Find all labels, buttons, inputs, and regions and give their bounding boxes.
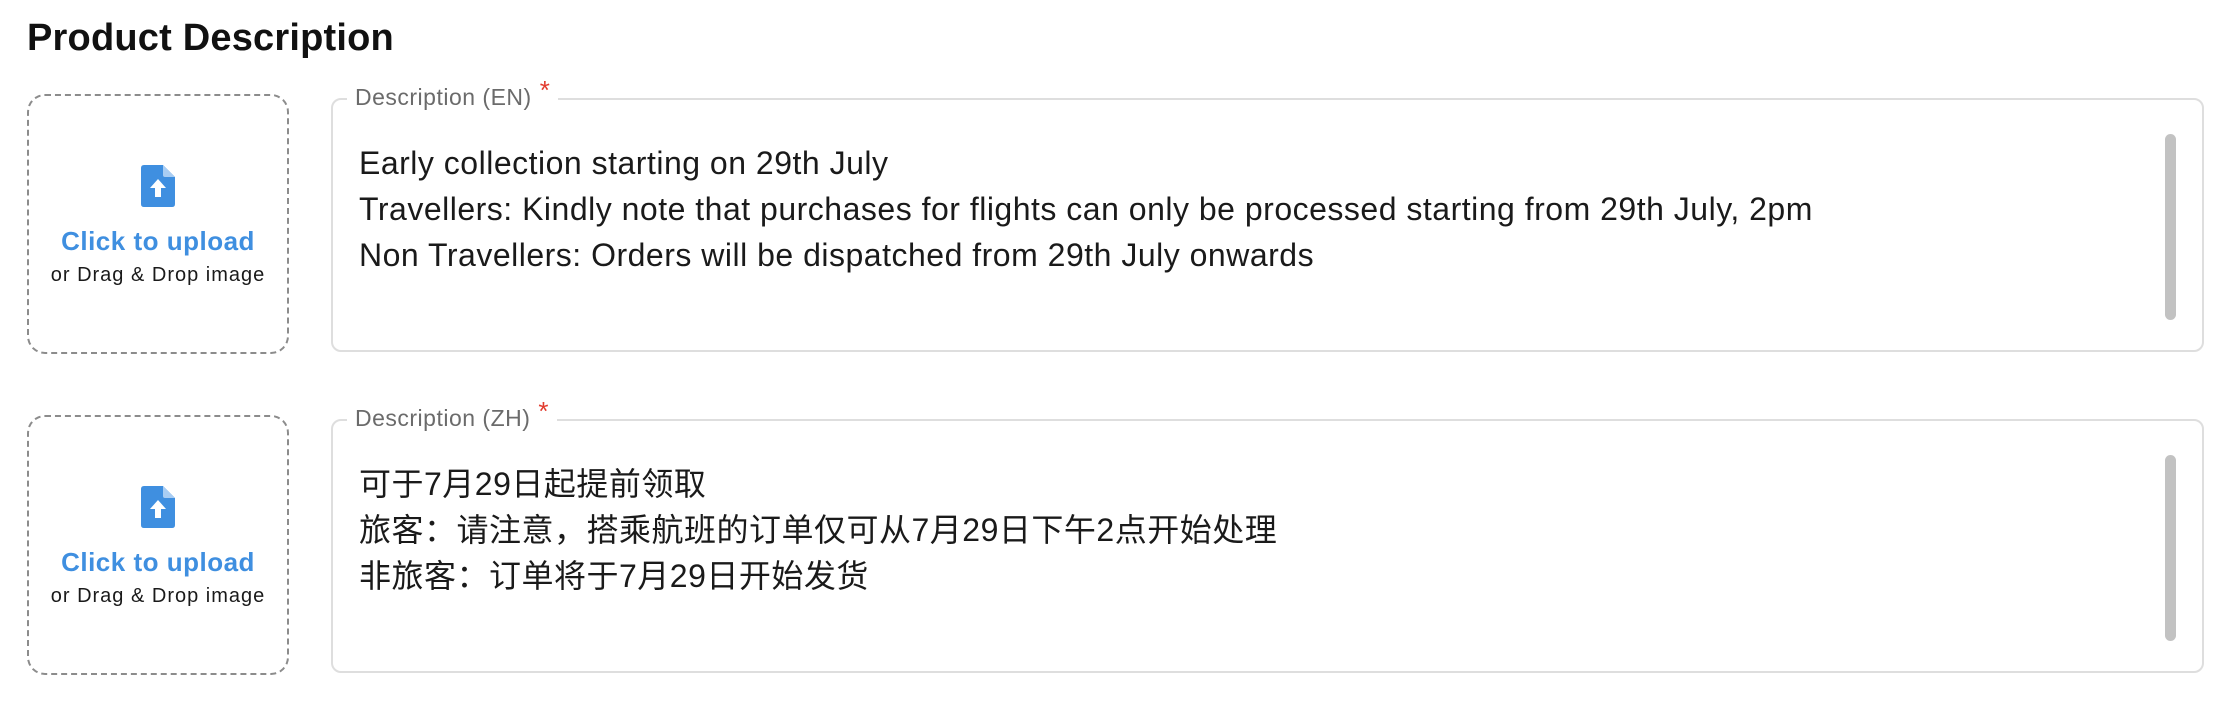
textarea-scrollbar[interactable] bbox=[2165, 134, 2176, 320]
textarea-scrollbar[interactable] bbox=[2165, 455, 2176, 641]
image-upload-dropzone-zh[interactable]: Click to upload or Drag & Drop image bbox=[27, 415, 289, 675]
description-line: 旅客：请注意，搭乘航班的订单仅可从7月29日下午2点开始处理 bbox=[359, 512, 1278, 548]
description-line: 非旅客：订单将于7月29日开始发货 bbox=[359, 558, 869, 594]
description-line: Early collection starting on 29th July bbox=[359, 145, 889, 181]
click-to-upload-link[interactable]: Click to upload bbox=[29, 545, 287, 579]
required-asterisk: * bbox=[538, 396, 549, 426]
image-upload-dropzone-en[interactable]: Click to upload or Drag & Drop image bbox=[27, 94, 289, 354]
description-line: Non Travellers: Orders will be dispatche… bbox=[359, 237, 1315, 273]
file-upload-icon bbox=[141, 165, 175, 207]
description-row-zh: Click to upload or Drag & Drop image Des… bbox=[0, 396, 2226, 685]
description-zh-textarea[interactable]: Description (ZH) * 可于7月29日起提前领取 旅客：请注意，搭乘… bbox=[331, 396, 2204, 673]
description-zh-label: Description (ZH) bbox=[355, 405, 531, 431]
description-row-en: Click to upload or Drag & Drop image Des… bbox=[0, 75, 2226, 364]
description-en-textarea[interactable]: Description (EN) * Early collection start… bbox=[331, 75, 2204, 352]
description-en-legend: Description (EN) * bbox=[347, 75, 558, 116]
section-title: Product Description bbox=[27, 17, 394, 59]
description-zh-text[interactable]: 可于7月29日起提前领取 旅客：请注意，搭乘航班的订单仅可从7月29日下午2点开… bbox=[359, 461, 2132, 599]
description-en-text[interactable]: Early collection starting on 29th July T… bbox=[359, 140, 2132, 278]
required-asterisk: * bbox=[539, 75, 550, 105]
file-upload-icon bbox=[141, 486, 175, 528]
description-line: Travellers: Kindly note that purchases f… bbox=[359, 191, 1813, 227]
description-line: 可于7月29日起提前领取 bbox=[359, 466, 707, 502]
click-to-upload-link[interactable]: Click to upload bbox=[29, 224, 287, 258]
drag-drop-hint: or Drag & Drop image bbox=[50, 585, 266, 607]
drag-drop-hint: or Drag & Drop image bbox=[50, 264, 266, 286]
product-description-page: Product Description Click to upload or D… bbox=[0, 0, 2226, 708]
description-en-label: Description (EN) bbox=[355, 84, 532, 110]
description-zh-legend: Description (ZH) * bbox=[347, 396, 557, 437]
